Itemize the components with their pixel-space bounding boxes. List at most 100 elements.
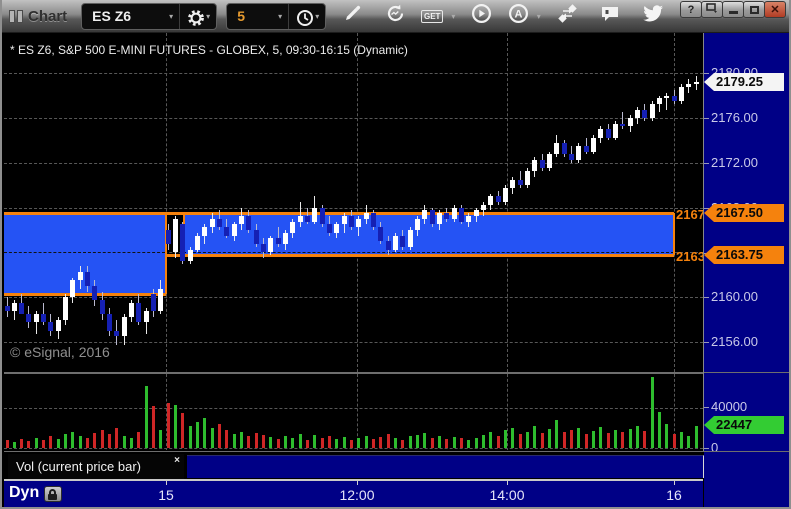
volume-bar bbox=[181, 413, 185, 448]
maximize-button[interactable] bbox=[743, 1, 765, 18]
volume-bar bbox=[591, 431, 595, 448]
volume-bar bbox=[511, 428, 515, 448]
volume-pane[interactable] bbox=[4, 373, 703, 450]
time-gridline bbox=[507, 374, 508, 450]
volume-bar bbox=[364, 436, 368, 448]
candle bbox=[151, 294, 157, 312]
candle bbox=[495, 196, 501, 202]
candle bbox=[488, 196, 494, 205]
time-gridline bbox=[507, 33, 508, 372]
chevron-down-icon: ▾ bbox=[536, 11, 541, 21]
candle bbox=[363, 213, 369, 219]
zone-bottom-line-prev bbox=[4, 293, 166, 297]
twitter-share-button[interactable] bbox=[636, 3, 670, 30]
volume-bar bbox=[540, 433, 544, 448]
pane-separator[interactable] bbox=[4, 451, 789, 452]
order-route-button[interactable] bbox=[550, 3, 584, 30]
auto-trade-button[interactable]: A ▾ bbox=[507, 3, 541, 30]
time-tick-mark bbox=[674, 481, 675, 485]
pane-separator[interactable] bbox=[4, 372, 789, 373]
volume-bar bbox=[423, 433, 427, 448]
gear-icon bbox=[187, 9, 205, 27]
dynamic-mode-label[interactable]: Dyn bbox=[9, 484, 39, 502]
draw-tools-button[interactable] bbox=[335, 3, 369, 30]
minimize-button[interactable] bbox=[722, 1, 744, 18]
volume-bar bbox=[144, 386, 148, 448]
volume-bar bbox=[210, 428, 214, 448]
candle bbox=[253, 230, 259, 244]
price-gridline bbox=[4, 162, 703, 164]
symbol-settings-button[interactable]: ▾ bbox=[180, 4, 216, 29]
candle bbox=[283, 232, 289, 244]
interval-input[interactable]: 5 ▾ bbox=[227, 3, 290, 29]
close-button[interactable]: ✕ bbox=[764, 1, 786, 18]
volume-bar bbox=[393, 438, 397, 448]
volume-bar bbox=[269, 437, 273, 448]
volume-bar bbox=[313, 435, 317, 448]
candle bbox=[554, 143, 560, 155]
candle bbox=[649, 104, 655, 118]
volume-bar bbox=[459, 438, 463, 448]
volume-bar bbox=[20, 439, 24, 448]
get-data-button[interactable]: GET ▾ bbox=[420, 3, 455, 30]
price-axis[interactable]: 2180.00 2176.00 2172.00 2168.00 2164.00 … bbox=[703, 33, 789, 507]
price-gridline bbox=[4, 73, 703, 75]
close-icon[interactable]: × bbox=[170, 455, 184, 467]
volume-bar bbox=[408, 436, 412, 448]
dock-window-button[interactable] bbox=[701, 1, 723, 18]
clock-icon bbox=[296, 9, 314, 27]
volume-bar bbox=[276, 439, 280, 448]
reload-chart-button[interactable] bbox=[378, 3, 412, 30]
zone-edge bbox=[165, 213, 167, 295]
twitter-bird-icon bbox=[642, 4, 664, 29]
volume-bar bbox=[547, 429, 551, 448]
play-button[interactable] bbox=[464, 3, 498, 30]
candle bbox=[11, 302, 17, 312]
interval-time-button[interactable]: ▾ bbox=[289, 4, 325, 29]
candle bbox=[136, 302, 142, 323]
time-tick-mark bbox=[166, 481, 167, 485]
candle bbox=[627, 118, 633, 127]
volume-bar bbox=[34, 438, 38, 448]
lock-icon[interactable] bbox=[44, 486, 62, 502]
time-tick-label: 16 bbox=[666, 487, 682, 503]
volume-bar bbox=[335, 439, 339, 448]
horizontal-scroll-strip[interactable] bbox=[187, 455, 704, 478]
chevron-down-icon[interactable]: ▾ bbox=[278, 12, 282, 21]
volume-bar bbox=[240, 432, 244, 448]
help-button[interactable]: ? bbox=[680, 1, 702, 18]
volume-bar bbox=[166, 403, 170, 448]
candle bbox=[656, 98, 662, 104]
zone-top-price-badge: 2167.50 bbox=[704, 204, 784, 222]
candle bbox=[664, 95, 670, 99]
candle bbox=[107, 314, 113, 331]
volume-indicator-label[interactable]: Vol (current price bar) × bbox=[8, 454, 184, 479]
symbol-group: ES Z6 ▾ ▾ bbox=[81, 2, 218, 30]
volume-bar bbox=[437, 436, 441, 448]
candle bbox=[312, 207, 318, 222]
volume-bar bbox=[672, 434, 676, 448]
volume-bar bbox=[27, 441, 31, 448]
symbol-input[interactable]: ES Z6 ▾ bbox=[82, 3, 181, 29]
volume-indicator-text: Vol (current price bar) bbox=[16, 459, 141, 474]
candle bbox=[480, 204, 486, 211]
chevron-down-icon[interactable]: ▾ bbox=[169, 12, 173, 21]
symbol-value: ES Z6 bbox=[92, 8, 132, 24]
chat-button[interactable] bbox=[593, 3, 627, 30]
volume-bar bbox=[357, 438, 361, 448]
candle-wick bbox=[622, 112, 624, 130]
candle bbox=[371, 213, 376, 228]
price-chart-pane[interactable]: * ES Z6, S&P 500 E-MINI FUTURES - GLOBEX… bbox=[4, 33, 703, 372]
volume-bar bbox=[49, 436, 53, 448]
toolbar: Chart ES Z6 ▾ ▾ 5 ▾ ▾ GET ▾ A ▾ ? ✕ bbox=[2, 0, 789, 33]
price-gridline bbox=[4, 207, 703, 209]
volume-bar bbox=[328, 436, 332, 448]
candle bbox=[385, 241, 391, 250]
time-tick-label: 15 bbox=[158, 487, 174, 503]
candle bbox=[121, 316, 127, 337]
volume-bar bbox=[203, 418, 207, 448]
volume-bar bbox=[679, 432, 683, 448]
svg-text:A: A bbox=[514, 9, 522, 21]
time-axis[interactable]: Dyn 15 12:00 14:00 16 bbox=[4, 479, 703, 507]
time-gridline bbox=[674, 33, 675, 372]
